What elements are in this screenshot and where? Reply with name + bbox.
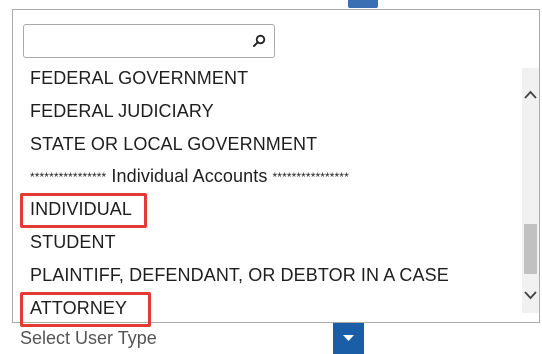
top-strip [0,0,542,9]
search-input[interactable] [28,28,252,56]
user-type-select[interactable]: Select User Type [0,323,542,354]
option-student[interactable]: STUDENT [13,226,513,259]
option-attorney[interactable]: ATTORNEY [13,292,513,325]
option-individual-accounts-header: **************** Individual Accounts ***… [13,160,513,193]
select-user-type-label: Select User Type [20,328,157,348]
option-label: ATTORNEY [30,297,128,318]
option-label: STUDENT [30,231,116,252]
option-individual[interactable]: INDIVIDUAL [13,193,513,226]
option-label-stars-right: **************** [272,170,349,185]
option-label-stars-left: **************** [30,170,107,185]
user-type-dropdown: FEDERAL GOVERNMENT FEDERAL JUDICIARY STA… [12,9,540,323]
search-box[interactable] [23,24,275,58]
chevron-up-icon[interactable] [522,86,539,104]
option-label: PLAINTIFF, DEFENDANT, OR DEBTOR IN A CAS… [30,264,449,285]
option-federal-government[interactable]: FEDERAL GOVERNMENT [13,62,513,95]
option-label: FEDERAL GOVERNMENT [30,68,249,88]
page: FEDERAL GOVERNMENT FEDERAL JUDICIARY STA… [0,0,542,354]
option-label: INDIVIDUAL [30,199,133,220]
search-icon [252,34,266,48]
option-state-or-local-government[interactable]: STATE OR LOCAL GOVERNMENT [13,128,513,161]
chevron-down-icon[interactable] [522,286,539,304]
options-list: FEDERAL GOVERNMENT FEDERAL JUDICIARY STA… [13,62,513,324]
option-plaintiff-defendant-or-debtor[interactable]: PLAINTIFF, DEFENDANT, OR DEBTOR IN A CAS… [13,259,513,292]
options-scrollbar[interactable] [522,68,539,313]
option-label: FEDERAL JUDICIARY [30,100,214,121]
option-federal-judiciary[interactable]: FEDERAL JUDICIARY [13,95,513,128]
scrollbar-thumb[interactable] [524,224,537,274]
option-label-middle: Individual Accounts [106,166,273,187]
top-tab-edge [348,0,378,8]
option-label: STATE OR LOCAL GOVERNMENT [30,133,318,154]
select-toggle-button[interactable] [333,323,364,354]
